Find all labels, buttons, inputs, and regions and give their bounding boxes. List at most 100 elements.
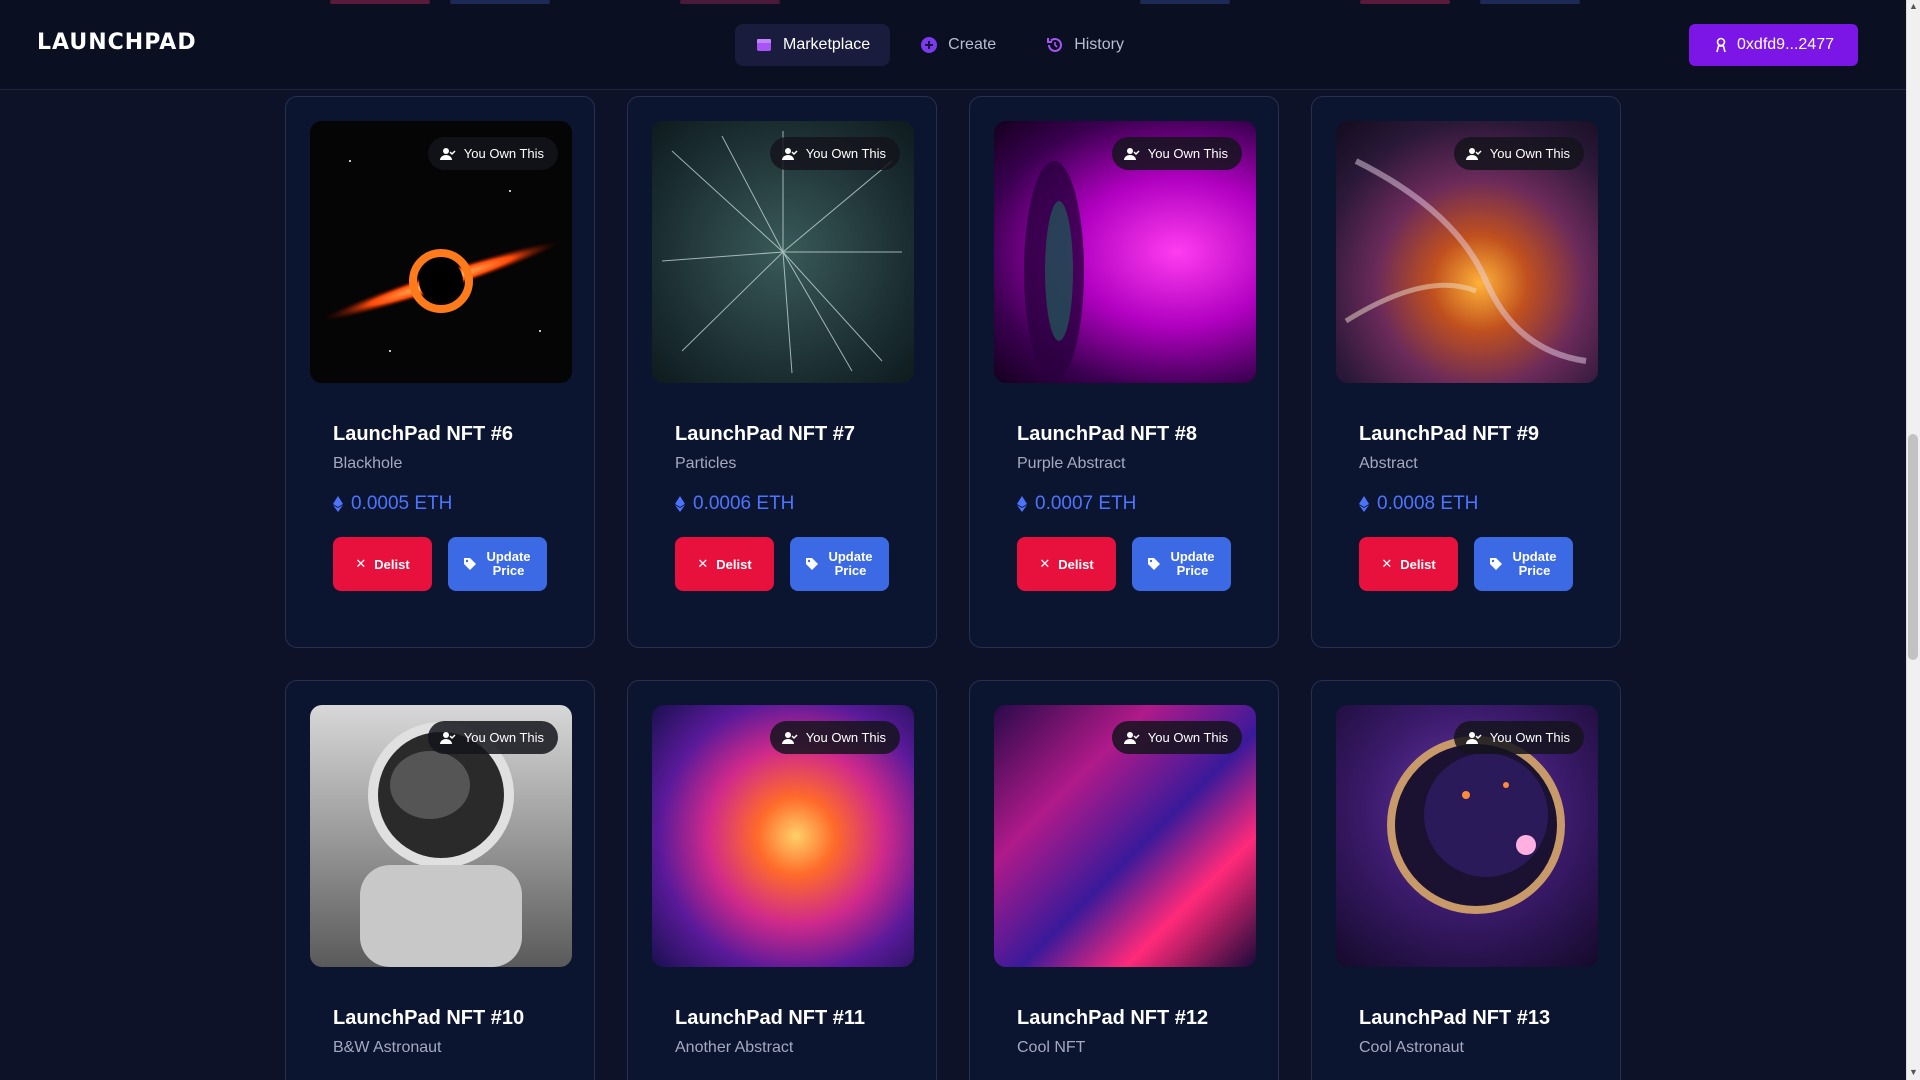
nav-marketplace[interactable]: Marketplace — [735, 24, 891, 66]
nft-title: LaunchPad NFT #9 — [1359, 423, 1540, 445]
nft-image[interactable]: You Own This — [1336, 705, 1598, 967]
eth-icon — [675, 496, 685, 512]
user-check-icon — [781, 147, 798, 160]
nft-card: You Own This LaunchPad NFT #10 B&W Astro… — [285, 680, 595, 1080]
nft-image[interactable]: You Own This — [1336, 121, 1598, 383]
nft-image[interactable]: You Own This — [994, 705, 1256, 967]
nft-subtitle: B&W Astronaut — [333, 1039, 442, 1056]
nft-card: You Own This LaunchPad NFT #9 Abstract 0… — [1311, 96, 1621, 648]
nft-title: LaunchPad NFT #8 — [1017, 423, 1198, 445]
nft-subtitle: Abstract — [1359, 455, 1418, 472]
delist-button[interactable]: ✕ Delist — [333, 537, 432, 591]
top-navbar: LAUNCHPAD Marketplace Create History 0xd… — [0, 0, 1906, 90]
owned-badge-label: You Own This — [805, 730, 886, 745]
tag-icon — [463, 558, 476, 570]
nft-subtitle: Cool NFT — [1017, 1039, 1086, 1056]
nft-title: LaunchPad NFT #10 — [333, 1007, 525, 1029]
nft-price: 0.0008 ETH — [1359, 493, 1478, 515]
delist-label: Delist — [1058, 556, 1094, 572]
tag-icon — [1489, 558, 1502, 570]
eth-icon — [333, 496, 343, 512]
nft-price-value: 0.0007 ETH — [1035, 493, 1137, 514]
partial-card-image — [330, 0, 430, 4]
page-scrollbar[interactable]: ▲ ▼ — [1906, 0, 1920, 1080]
nav-history[interactable]: History — [1026, 24, 1144, 66]
delist-label: Delist — [716, 556, 752, 572]
owned-badge-label: You Own This — [463, 730, 544, 745]
nft-price: 0.0006 ETH — [675, 493, 794, 515]
delist-label: Delist — [374, 556, 410, 572]
owned-badge-label: You Own This — [1147, 146, 1228, 161]
user-check-icon — [439, 147, 456, 160]
delist-button[interactable]: ✕ Delist — [675, 537, 774, 591]
owned-badge: You Own This — [1111, 137, 1242, 170]
scroll-down-icon[interactable]: ▼ — [1909, 1068, 1918, 1077]
user-check-icon — [439, 731, 456, 744]
nft-image[interactable]: You Own This — [310, 705, 572, 967]
nft-image[interactable]: You Own This — [652, 121, 914, 383]
nav-marketplace-label: Marketplace — [783, 36, 871, 53]
partial-card-image — [680, 0, 780, 4]
nft-card: You Own This LaunchPad NFT #6 Blackhole … — [285, 96, 595, 648]
nft-title: LaunchPad NFT #7 — [675, 423, 856, 445]
nft-card: You Own This LaunchPad NFT #7 Particles … — [627, 96, 937, 648]
wallet-address: 0xdfd9...2477 — [1737, 36, 1834, 53]
owned-badge: You Own This — [427, 721, 558, 754]
update-price-button[interactable]: Update Price — [1474, 537, 1573, 591]
owned-badge-label: You Own This — [1489, 146, 1570, 161]
owned-badge: You Own This — [1453, 721, 1584, 754]
owned-badge: You Own This — [1453, 137, 1584, 170]
scroll-up-icon[interactable]: ▲ — [1909, 2, 1918, 11]
nft-subtitle: Blackhole — [333, 455, 403, 472]
update-price-label: Update Price — [1170, 549, 1215, 578]
nft-title: LaunchPad NFT #12 — [1017, 1007, 1209, 1029]
nft-image[interactable]: You Own This — [310, 121, 572, 383]
delist-button[interactable]: ✕ Delist — [1359, 537, 1458, 591]
partial-card-image — [450, 0, 550, 4]
update-price-button[interactable]: Update Price — [448, 537, 547, 591]
store-icon — [757, 39, 771, 51]
close-icon: ✕ — [697, 556, 709, 571]
launchpad-logo[interactable]: LAUNCHPAD — [37, 30, 197, 55]
scrollbar-thumb[interactable] — [1908, 434, 1918, 660]
nft-card: You Own This LaunchPad NFT #8 Purple Abs… — [969, 96, 1279, 648]
owned-badge: You Own This — [427, 137, 558, 170]
partial-card-image — [1480, 0, 1580, 4]
nft-subtitle: Purple Abstract — [1017, 455, 1126, 472]
user-check-icon — [1123, 731, 1140, 744]
owned-badge-label: You Own This — [805, 146, 886, 161]
eth-icon — [1017, 496, 1027, 512]
nft-card: You Own This LaunchPad NFT #11 Another A… — [627, 680, 937, 1080]
nft-title: LaunchPad NFT #6 — [333, 423, 514, 445]
nft-subtitle: Another Abstract — [675, 1039, 794, 1056]
nft-image[interactable]: You Own This — [652, 705, 914, 967]
close-icon: ✕ — [1381, 556, 1393, 571]
partial-card-image — [1360, 0, 1450, 4]
update-price-button[interactable]: Update Price — [790, 537, 889, 591]
user-check-icon — [1123, 147, 1140, 160]
main-nav: Marketplace Create History — [735, 24, 1144, 66]
user-badge-icon — [1716, 37, 1726, 53]
delist-label: Delist — [1400, 556, 1436, 572]
owned-badge-label: You Own This — [463, 146, 544, 161]
partial-card-image — [1140, 0, 1230, 4]
nft-image[interactable]: You Own This — [994, 121, 1256, 383]
user-check-icon — [781, 731, 798, 744]
nft-price-value: 0.0006 ETH — [693, 493, 795, 514]
delist-button[interactable]: ✕ Delist — [1017, 537, 1116, 591]
nav-create[interactable]: Create — [900, 24, 1016, 66]
nft-card: You Own This LaunchPad NFT #13 Cool Astr… — [1311, 680, 1621, 1080]
owned-badge: You Own This — [1111, 721, 1242, 754]
nft-price-value: 0.0005 ETH — [351, 493, 453, 514]
close-icon: ✕ — [355, 556, 367, 571]
owned-badge: You Own This — [769, 137, 900, 170]
nft-subtitle: Particles — [675, 455, 737, 472]
wallet-button[interactable]: 0xdfd9...2477 — [1689, 24, 1858, 66]
update-price-button[interactable]: Update Price — [1132, 537, 1231, 591]
close-icon: ✕ — [1039, 556, 1051, 571]
nft-price: 0.0007 ETH — [1017, 493, 1136, 515]
update-price-label: Update Price — [486, 549, 531, 578]
nft-title: LaunchPad NFT #13 — [1359, 1007, 1551, 1029]
nft-title: LaunchPad NFT #11 — [675, 1007, 866, 1029]
nav-create-label: Create — [948, 36, 997, 53]
